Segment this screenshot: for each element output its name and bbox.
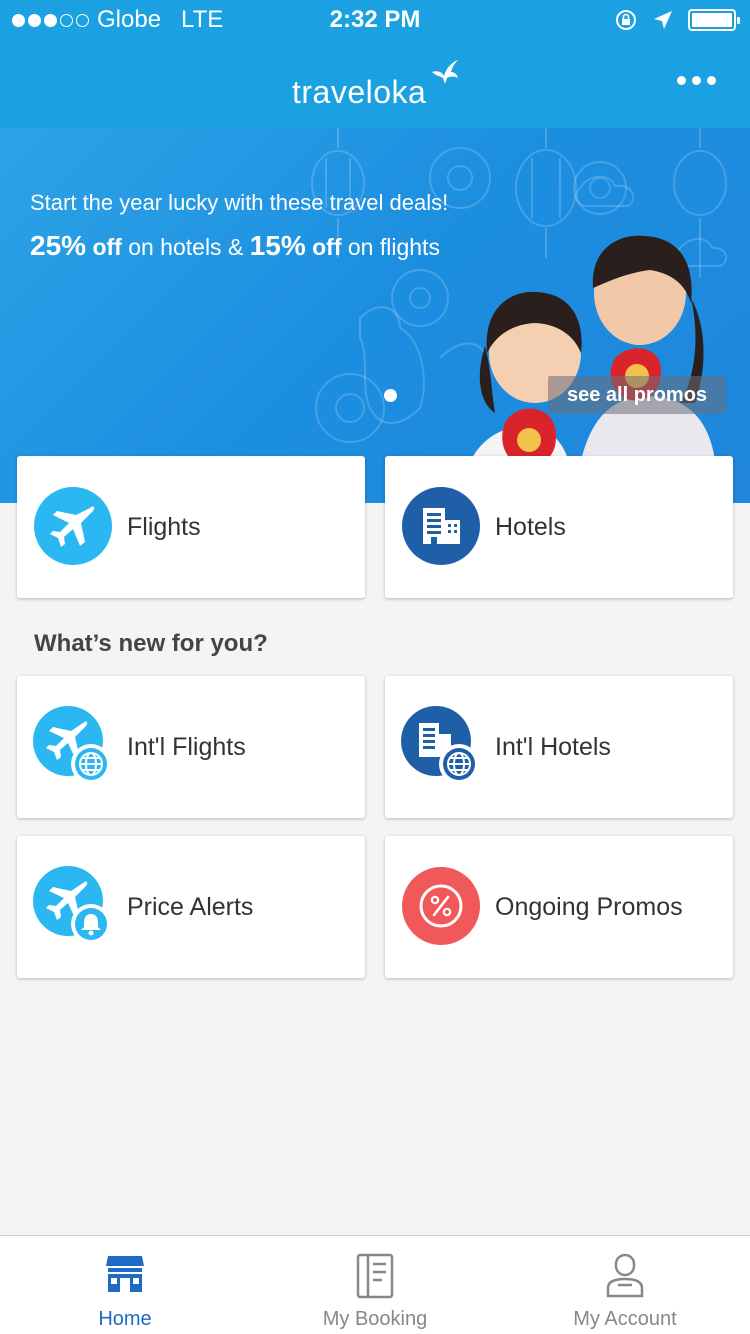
banner-headline: Start the year lucky with these travel d…	[30, 190, 449, 215]
hotels-card[interactable]: Hotels	[385, 456, 733, 598]
carousel-indicator-dot[interactable]	[384, 389, 397, 402]
intl-flights-card[interactable]: Int'l Flights	[17, 676, 365, 818]
banner-offer: 25% off on hotels & 15% off on flights	[30, 230, 440, 262]
promo-percent-icon	[402, 867, 480, 945]
off-word-1: off	[92, 234, 122, 260]
see-all-promos-button[interactable]: see all promos	[548, 376, 726, 414]
ongoing-promos-card[interactable]: Ongoing Promos	[385, 836, 733, 978]
location-arrow-icon	[654, 11, 672, 29]
app-header: traveloka	[0, 40, 750, 128]
booking-icon	[356, 1253, 394, 1299]
card-label: Hotels	[495, 512, 566, 541]
tab-label: My Account	[573, 1308, 677, 1330]
tab-my-booking[interactable]: My Booking	[250, 1236, 500, 1334]
battery-icon	[688, 9, 740, 31]
hotel-discount: 25%	[30, 230, 87, 261]
flight-discount: 15%	[249, 230, 306, 261]
whats-new-title: What’s new for you?	[34, 630, 268, 657]
intl-flights-icon	[33, 706, 111, 784]
flights-card[interactable]: Flights	[17, 456, 365, 598]
hotel-offer-text: on hotels &	[128, 234, 244, 260]
flight-offer-text: on flights	[347, 234, 440, 260]
status-right	[614, 8, 740, 32]
off-word-2: off	[312, 234, 342, 260]
bird-logo-icon	[432, 60, 458, 84]
card-label: Int'l Hotels	[495, 732, 611, 761]
rotation-lock-icon	[616, 10, 636, 30]
tab-label: Home	[98, 1308, 152, 1330]
tab-my-account[interactable]: My Account	[500, 1236, 750, 1334]
tab-label: My Booking	[322, 1308, 428, 1330]
card-label: Ongoing Promos	[495, 892, 683, 921]
more-options-button[interactable]	[677, 76, 716, 85]
building-icon	[402, 487, 480, 565]
plane-icon	[34, 487, 112, 565]
bottom-tab-bar: Home My Booking My Account	[0, 1235, 750, 1334]
intl-hotels-icon	[401, 706, 479, 784]
status-bar: Globe LTE 2:32 PM	[0, 0, 750, 40]
promo-banner[interactable]: Start the year lucky with these travel d…	[0, 128, 750, 503]
account-icon	[606, 1253, 644, 1298]
traveloka-logo: traveloka	[292, 74, 427, 110]
price-alerts-card[interactable]: Price Alerts	[17, 836, 365, 978]
card-label: Flights	[127, 512, 201, 541]
tab-home[interactable]: Home	[0, 1236, 250, 1334]
card-label: Int'l Flights	[127, 732, 246, 761]
intl-hotels-card[interactable]: Int'l Hotels	[385, 676, 733, 818]
price-alert-icon	[33, 866, 111, 944]
home-icon	[106, 1256, 144, 1292]
card-label: Price Alerts	[127, 892, 254, 921]
